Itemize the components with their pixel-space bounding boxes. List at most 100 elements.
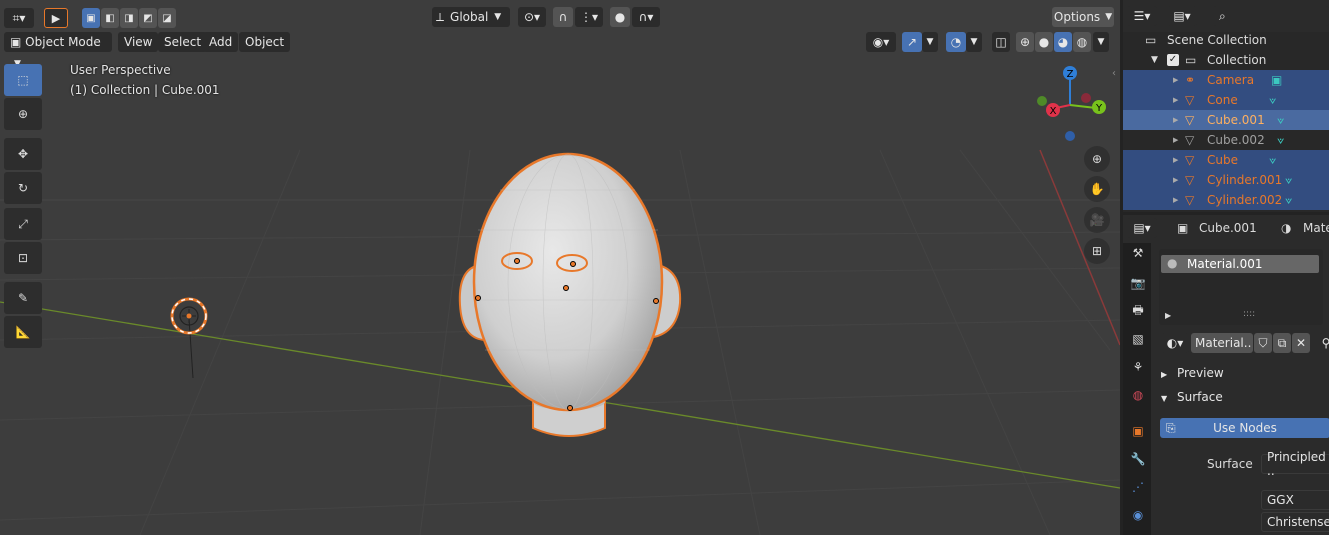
expand-right-icon[interactable]: ▶ [1173, 190, 1178, 210]
gizmo-neg-z-handle[interactable] [1065, 131, 1075, 141]
outliner-item[interactable]: ▶ ▽ Cube ⟇ [1123, 150, 1329, 170]
expand-right-icon[interactable]: ▶ [1173, 110, 1178, 130]
select-tool-button[interactable]: ▶ [44, 8, 68, 28]
head-mesh[interactable] [472, 152, 664, 412]
fake-user-button[interactable]: ⛉ [1254, 333, 1272, 353]
gizmo-dropdown[interactable]: ▼ [922, 32, 938, 52]
measure-tool[interactable]: 📐 [4, 316, 42, 348]
overlays-dropdown[interactable]: ▼ [966, 32, 982, 52]
properties-editor-type-button[interactable]: ▤▾ [1127, 218, 1157, 238]
select-menu[interactable]: Select [158, 32, 208, 52]
mesh-data-icon[interactable]: ⟇ [1285, 170, 1292, 190]
distribution-dropdown[interactable]: GGX [1261, 490, 1329, 510]
duplicate-material-button[interactable]: ⧉ [1273, 333, 1291, 353]
outliner-editor-type-button[interactable]: ☰▾ [1127, 6, 1157, 26]
scale-tool[interactable]: ⤢ [4, 208, 42, 240]
overlays-toggle[interactable]: ◔ [946, 32, 966, 52]
xray-toggle[interactable]: ◫ [992, 32, 1010, 52]
shading-solid-button[interactable]: ● [1035, 32, 1053, 52]
outliner-item[interactable]: ▶ ⚭ Camera ▣ [1123, 70, 1329, 90]
particles-tab[interactable]: ⋰ [1127, 475, 1149, 499]
mesh-data-icon[interactable]: ⟇ [1277, 110, 1284, 130]
tool-tab[interactable]: ⚒ [1127, 241, 1149, 265]
mode-dropdown[interactable]: ▣ Object Mode ▼ [4, 32, 112, 69]
object-tab[interactable]: ▣ [1127, 419, 1149, 443]
node-link-button[interactable]: ⚲ [1319, 333, 1329, 353]
mesh-data-icon[interactable]: ⟇ [1269, 150, 1276, 170]
select-intersect-button[interactable]: ◪ [158, 8, 176, 28]
collection-row[interactable]: ▼ ✓ ▭ Collection [1123, 50, 1329, 70]
pivot-point-dropdown[interactable]: ⊙▾ [518, 7, 546, 27]
snap-target-dropdown[interactable]: ⋮▾ [575, 7, 603, 27]
outliner-search-input[interactable]: ⌕ [1213, 6, 1329, 26]
shading-material-button[interactable]: ◕ [1054, 32, 1072, 52]
object-menu[interactable]: Object [239, 32, 291, 52]
view-menu[interactable]: View [118, 32, 159, 52]
editor-type-button[interactable]: ⌗▾ [4, 8, 34, 28]
output-tab[interactable]: 🖶 [1127, 299, 1149, 323]
material-slot-row[interactable]: ● Material.001 [1161, 255, 1319, 273]
shading-rendered-button[interactable]: ◍ [1073, 32, 1091, 52]
annotate-tool[interactable]: ✎ [4, 282, 42, 314]
rotate-tool[interactable]: ↻ [4, 172, 42, 204]
expand-right-icon[interactable]: ▶ [1173, 130, 1178, 150]
outliner-item[interactable]: ▶ ▽ Cylinder.001 ⟇ [1123, 170, 1329, 190]
mesh-data-icon[interactable]: ⟇ [1277, 130, 1284, 150]
expand-down-icon[interactable]: ▼ [1151, 50, 1158, 70]
move-tool[interactable]: ✥ [4, 138, 42, 170]
camera-view-button[interactable]: 🎥 [1084, 207, 1110, 233]
select-subtract-button[interactable]: ◨ [120, 8, 138, 28]
render-tab[interactable]: 📷 [1127, 271, 1149, 295]
add-menu[interactable]: Add [203, 32, 239, 52]
proportional-edit-toggle[interactable]: ● [610, 7, 630, 27]
expand-right-icon[interactable]: ▶ [1173, 70, 1178, 90]
navigation-gizmo[interactable]: Z Y X [1030, 60, 1120, 150]
select-new-button[interactable]: ▣ [82, 8, 100, 28]
3d-viewport[interactable]: ⌗▾ ▶ ▣ ◧ ◨ ◩ ◪ ⟂ Global ▼ ⊙▾ ∩ ⋮▾ ● ∩▾ O… [0, 0, 1120, 535]
select-invert-button[interactable]: ◩ [139, 8, 157, 28]
modifier-tab[interactable]: 🔧 [1127, 447, 1149, 471]
surface-panel-header[interactable]: ▼ Surface [1161, 390, 1223, 404]
zoom-button[interactable]: ⊕ [1084, 146, 1110, 172]
scene-tab[interactable]: ⚘ [1127, 355, 1149, 379]
display-mode-dropdown[interactable]: ▤▾ [1167, 6, 1197, 26]
collection-checkbox[interactable]: ✓ [1167, 54, 1179, 66]
use-nodes-button[interactable]: ⎘ Use Nodes [1160, 418, 1329, 438]
mesh-data-icon[interactable]: ⟇ [1269, 90, 1276, 110]
outliner-item[interactable]: ▶ ▽ Cube.002 ⟇ [1123, 130, 1329, 150]
gizmo-toggle[interactable]: ↗ [902, 32, 922, 52]
outliner-item[interactable]: ▶ ▽ Cube.001 ⟇ [1123, 110, 1329, 130]
material-name-field[interactable]: Material.. [1191, 333, 1253, 353]
subsurface-method-dropdown[interactable]: Christensen-.. [1261, 512, 1329, 532]
mesh-data-icon[interactable]: ⟇ [1285, 190, 1292, 210]
material-slot-list[interactable]: ● Material.001 ▶ :::: [1159, 249, 1323, 325]
cursor-tool[interactable]: ⊕ [4, 98, 42, 130]
3d-cursor-marker[interactable] [170, 297, 208, 335]
camera-data-icon[interactable]: ▣ [1271, 70, 1282, 90]
expand-right-icon[interactable]: ▶ [1173, 90, 1178, 110]
pan-button[interactable]: ✋ [1084, 176, 1110, 202]
expand-right-icon[interactable]: ▶ [1173, 170, 1178, 190]
select-box-tool[interactable]: ⬚ [4, 64, 42, 96]
outliner-item[interactable]: ▶ ▽ Cone ⟇ [1123, 90, 1329, 110]
surface-shader-dropdown[interactable]: Principled .. [1261, 450, 1329, 478]
select-extend-button[interactable]: ◧ [101, 8, 119, 28]
viewport-scene[interactable] [0, 0, 1120, 535]
browse-material-dropdown[interactable]: ◐▾ [1161, 333, 1189, 353]
list-resize-handle[interactable]: :::: [1243, 309, 1255, 319]
snap-toggle[interactable]: ∩ [553, 7, 573, 27]
outliner-item[interactable]: ▶ ▽ Cylinder.002 ⟇ [1123, 190, 1329, 210]
gizmo-neg-x-handle[interactable] [1081, 93, 1091, 103]
gizmo-neg-y-handle[interactable] [1037, 96, 1047, 106]
scene-collection-row[interactable]: ▭ Scene Collection [1123, 30, 1329, 50]
falloff-dropdown[interactable]: ∩▾ [632, 7, 660, 27]
list-expand-icon[interactable]: ▶ [1165, 311, 1171, 320]
preview-panel-header[interactable]: ▶ Preview [1161, 366, 1224, 380]
sidebar-toggle-icon[interactable]: ‹ [1112, 68, 1116, 79]
shading-wireframe-button[interactable]: ⊕ [1016, 32, 1034, 52]
transform-tool[interactable]: ⊡ [4, 242, 42, 274]
transform-orientation-dropdown[interactable]: ⟂ Global ▼ [432, 7, 510, 27]
shading-dropdown[interactable]: ▼ [1093, 32, 1109, 52]
unlink-material-button[interactable]: ✕ [1292, 333, 1310, 353]
options-dropdown[interactable]: Options ▼ [1052, 7, 1114, 27]
